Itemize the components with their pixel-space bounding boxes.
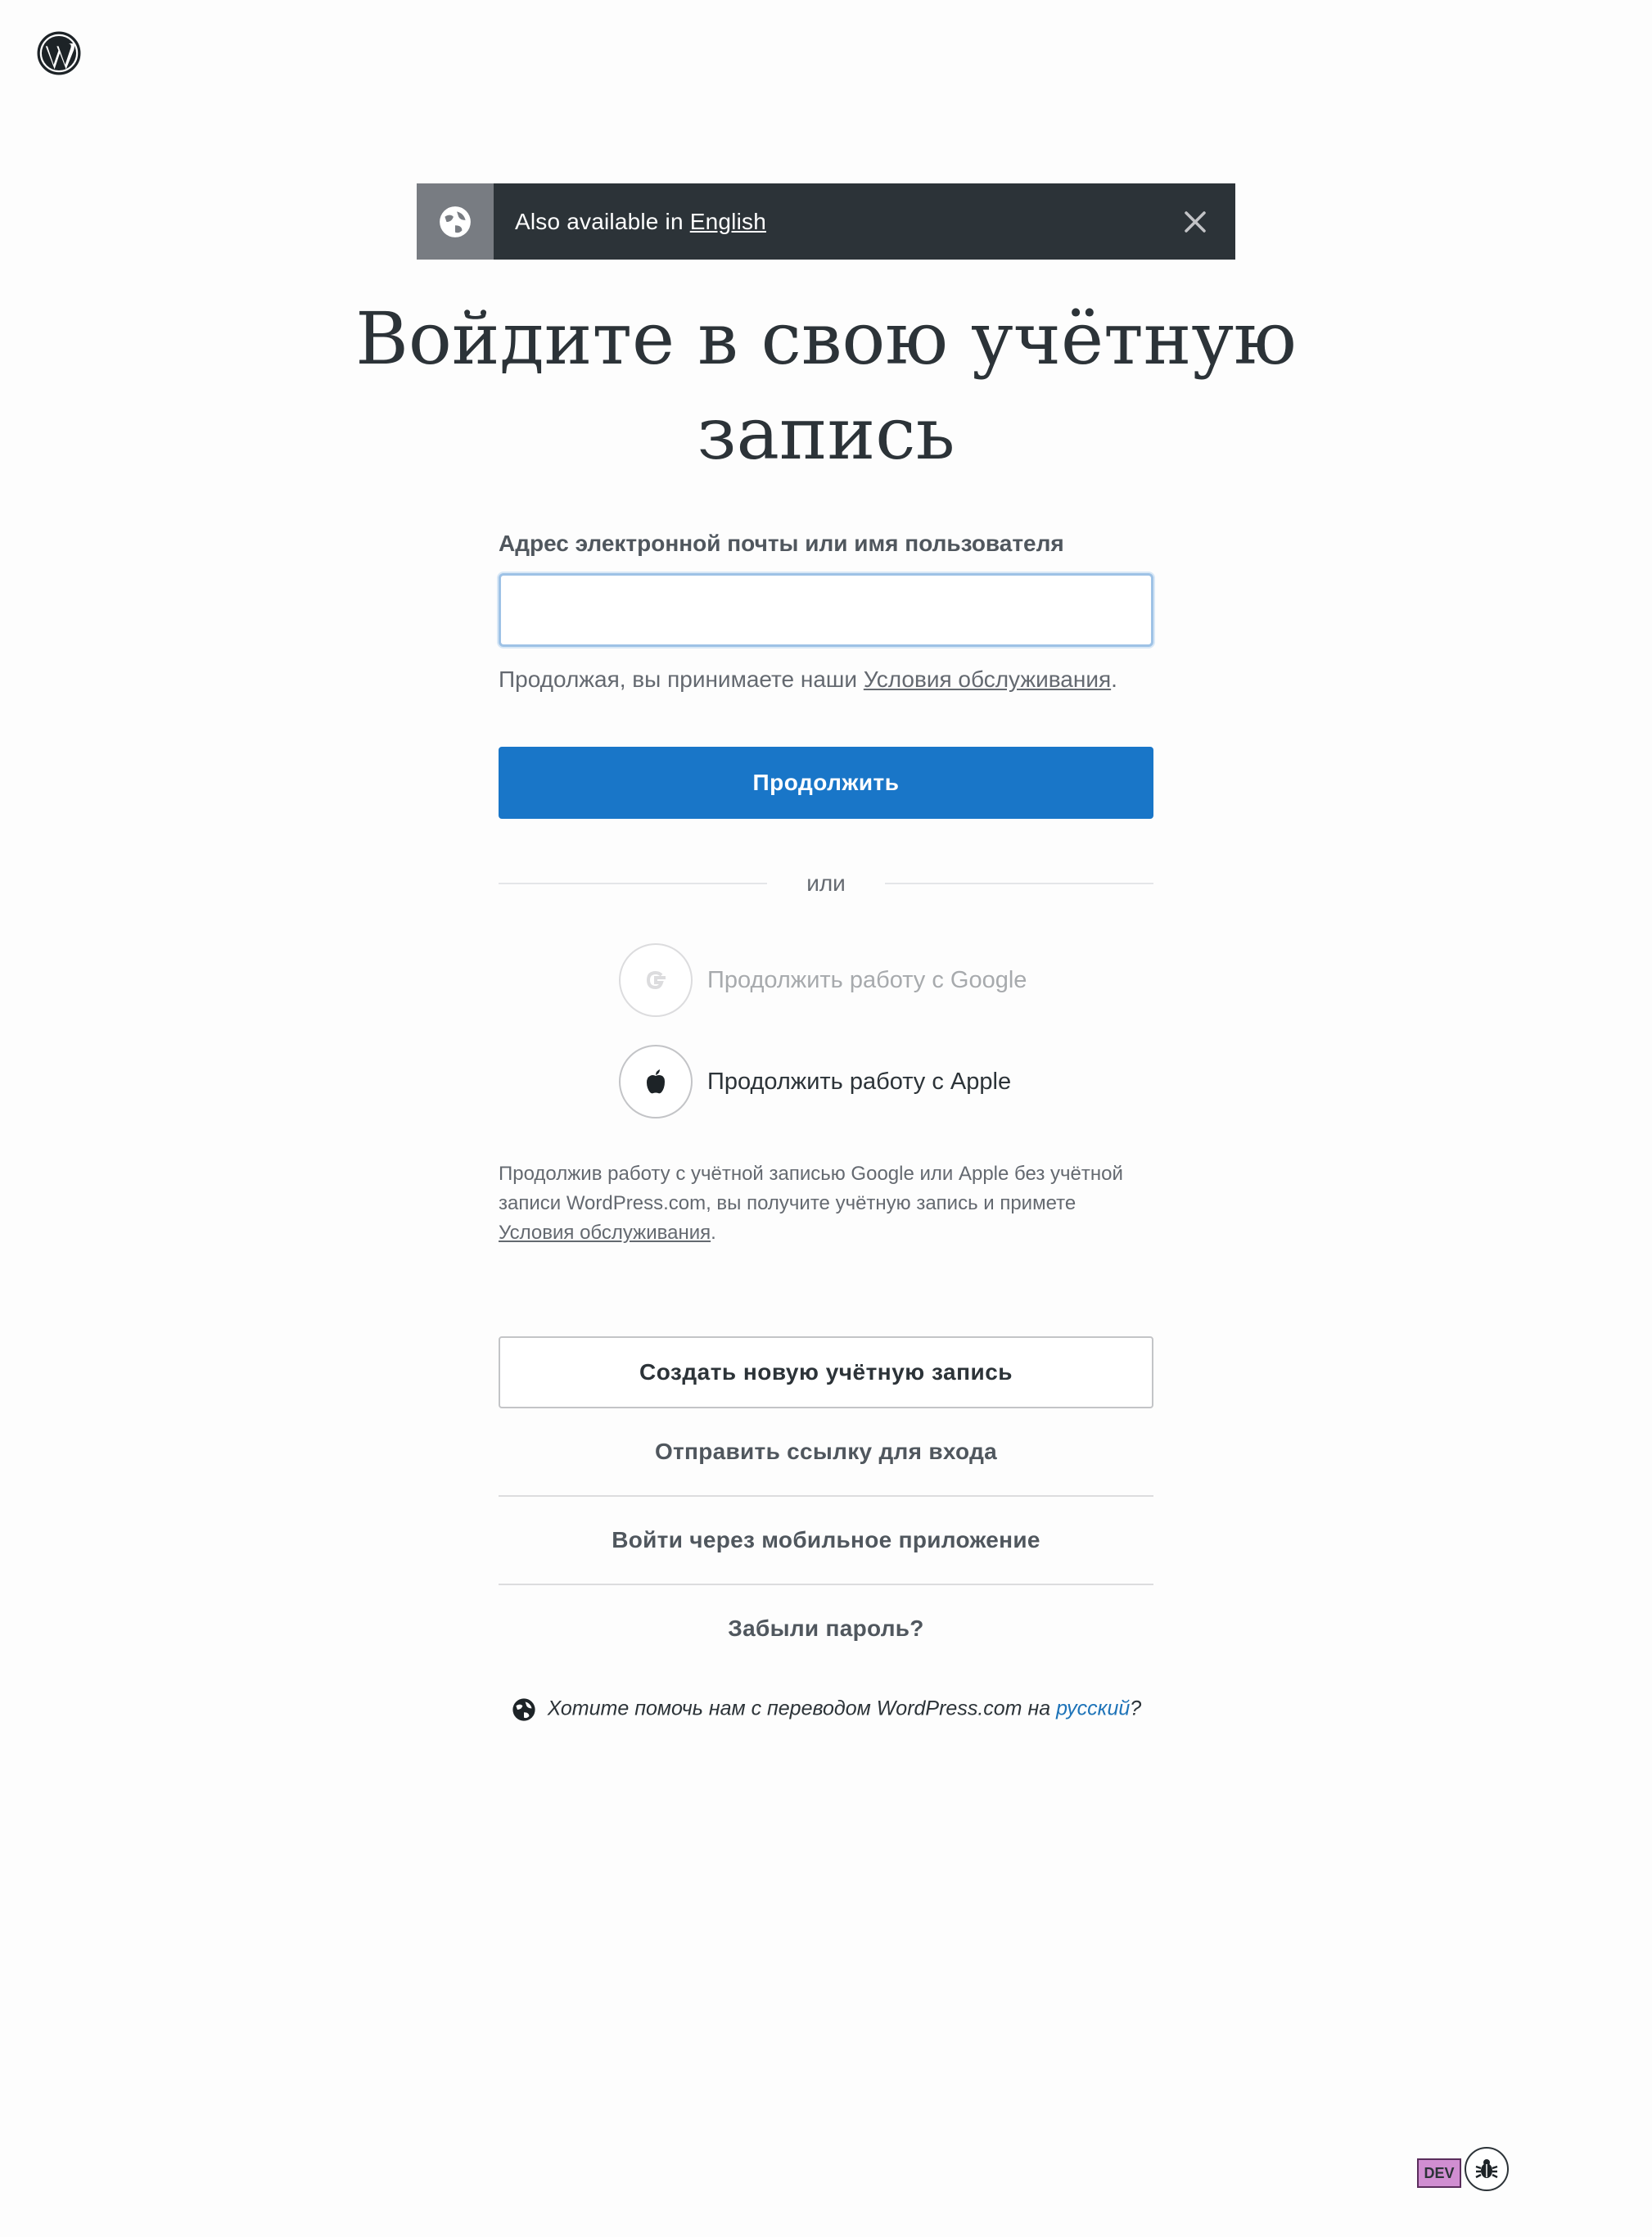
translate-prompt: Хотите помочь нам с переводом WordPress.… [0,1697,1652,1723]
tos-prefix: Продолжая, вы принимаете наши [499,667,858,692]
username-label: Адрес электронной почты или имя пользова… [499,531,1064,556]
tos-link[interactable]: Условия обслуживания [864,667,1111,692]
notice-prefix: Also available in [515,208,684,234]
globe-icon [511,1697,537,1723]
username-input[interactable] [499,573,1153,647]
close-icon[interactable] [1176,203,1214,241]
or-label: или [806,870,846,896]
social-note: Продолжив работу с учётной записью Googl… [499,1159,1153,1248]
google-icon [619,943,693,1017]
apple-login-button[interactable]: Продолжить работу с Apple [619,1045,1011,1118]
bug-icon[interactable] [1465,2147,1509,2191]
send-login-link-button[interactable]: Отправить ссылку для входа [499,1408,1153,1497]
title-line-1: Войдите в свою учётную [355,296,1297,381]
divider-line [884,883,1153,884]
wordpress-logo-icon[interactable] [37,31,81,75]
dev-badge: DEV [1417,2158,1461,2188]
google-login-button[interactable]: Продолжить работу с Google [619,943,1027,1017]
social-note-suffix: . [711,1222,716,1244]
create-account-button[interactable]: Создать новую учётную запись [499,1336,1153,1408]
continue-button[interactable]: Продолжить [499,747,1153,819]
apple-login-label: Продолжить работу с Apple [707,1068,1012,1095]
tos-line: Продолжая, вы принимаете наши Условия об… [499,667,1153,693]
mobile-app-login-button[interactable]: Войти через мобильное приложение [499,1497,1153,1585]
translate-text: Хотите помочь нам с переводом WordPress.… [547,1697,1051,1720]
alt-login-links: Отправить ссылку для входа Войти через м… [499,1408,1153,1672]
divider-line [499,883,768,884]
language-notice: Also available in English [417,183,1235,260]
page-title: Войдите в свою учётную запись [0,291,1652,481]
globe-icon [417,183,494,260]
english-link[interactable]: English [690,209,766,234]
login-form: Адрес электронной почты или имя пользова… [499,524,1153,693]
title-line-2: запись [697,391,955,476]
translate-language-link[interactable]: русский [1056,1697,1130,1720]
or-divider: или [499,865,1153,902]
google-login-label: Продолжить работу с Google [707,966,1027,993]
apple-icon [619,1045,693,1118]
forgot-password-link[interactable]: Забыли пароль? [499,1585,1153,1672]
social-note-text: Продолжив работу с учётной записью Googl… [499,1163,1123,1214]
notice-text: Also available in English [515,209,766,235]
translate-suffix: ? [1130,1697,1142,1720]
tos-suffix: . [1111,667,1117,692]
social-tos-link[interactable]: Условия обслуживания [499,1222,711,1244]
